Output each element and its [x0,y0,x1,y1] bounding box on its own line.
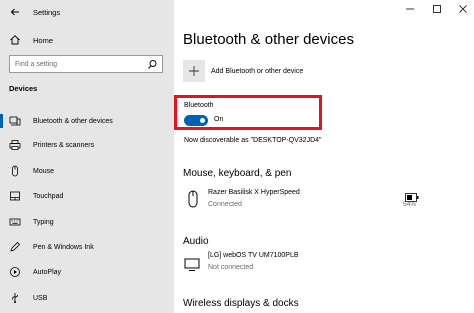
bluetooth-toggle[interactable] [184,115,208,126]
bluetooth-label: Bluetooth [184,102,214,109]
toggle-knob [200,118,205,123]
sidebar-item-touchpad[interactable]: Touchpad [0,185,174,207]
sidebar-item-bluetooth[interactable]: Bluetooth & other devices [0,110,174,132]
battery-icon [405,189,419,202]
usb-icon [9,292,21,304]
sidebar-item-label: AutoPlay [33,268,62,276]
sidebar: Settings Home Find a setting Devices Blu… [0,0,174,313]
mouse-icon [185,190,201,208]
sidebar-item-label: Mouse [33,167,55,175]
mouse-icon [9,165,21,177]
sidebar-item-label: Typing [33,218,54,226]
sidebar-item-label: Printers & scanners [33,141,95,149]
sidebar-item-autoplay[interactable]: AutoPlay [0,261,174,283]
touchpad-icon [9,190,21,202]
bluetooth-devices-icon [9,115,21,127]
minimize-icon [406,8,414,10]
sidebar-item-label: USB [33,294,48,302]
sidebar-item-label: Pen & Windows Ink [33,243,94,251]
section-audio: Audio [183,236,209,247]
back-arrow-icon[interactable] [10,7,20,17]
page-title: Bluetooth & other devices [183,31,354,48]
search-placeholder: Find a setting [15,60,58,68]
close-icon [459,5,467,13]
device-name: [LG] webOS TV UM7100PLB [208,252,299,259]
section-wireless-displays: Wireless displays & docks [183,298,299,309]
maximize-icon [433,5,441,13]
discoverable-text: Now discoverable as "DESKTOP-QV32JD4" [184,137,322,144]
window-title: Settings [33,7,61,17]
add-device-button[interactable]: Add Bluetooth or other device [183,60,303,82]
printer-icon [9,139,21,151]
device-status: Connected [208,201,242,208]
sidebar-item-label: Bluetooth & other devices [33,117,113,125]
home-nav[interactable]: Home [0,30,174,50]
sidebar-item-printers[interactable]: Printers & scanners [0,134,174,156]
autoplay-icon [9,266,21,278]
search-input[interactable]: Find a setting [9,55,163,73]
sidebar-item-mouse[interactable]: Mouse [0,160,174,182]
sidebar-item-pen[interactable]: Pen & Windows Ink [0,236,174,258]
battery-percent: 54% [403,201,417,208]
section-devices: Devices [9,84,38,93]
section-mouse-keyboard-pen: Mouse, keyboard, & pen [183,168,292,179]
minimize-button[interactable] [400,0,420,18]
pen-icon [9,241,21,253]
device-status: Not connected [208,264,254,271]
search-icon[interactable] [147,59,158,70]
home-label: Home [33,35,54,45]
plus-icon [183,60,205,82]
sidebar-item-typing[interactable]: Typing [0,211,174,233]
add-device-label: Add Bluetooth or other device [211,67,304,75]
tv-icon [184,256,200,274]
close-button[interactable] [453,0,473,18]
sidebar-item-label: Touchpad [33,192,64,200]
toggle-state-label: On [214,116,224,123]
maximize-button[interactable] [427,0,447,18]
sidebar-item-usb[interactable]: USB [0,287,174,309]
keyboard-icon [9,216,21,228]
title-bar: Settings [10,5,60,19]
device-name: Razer Basilisk X HyperSpeed [208,189,300,196]
home-icon [9,34,21,46]
